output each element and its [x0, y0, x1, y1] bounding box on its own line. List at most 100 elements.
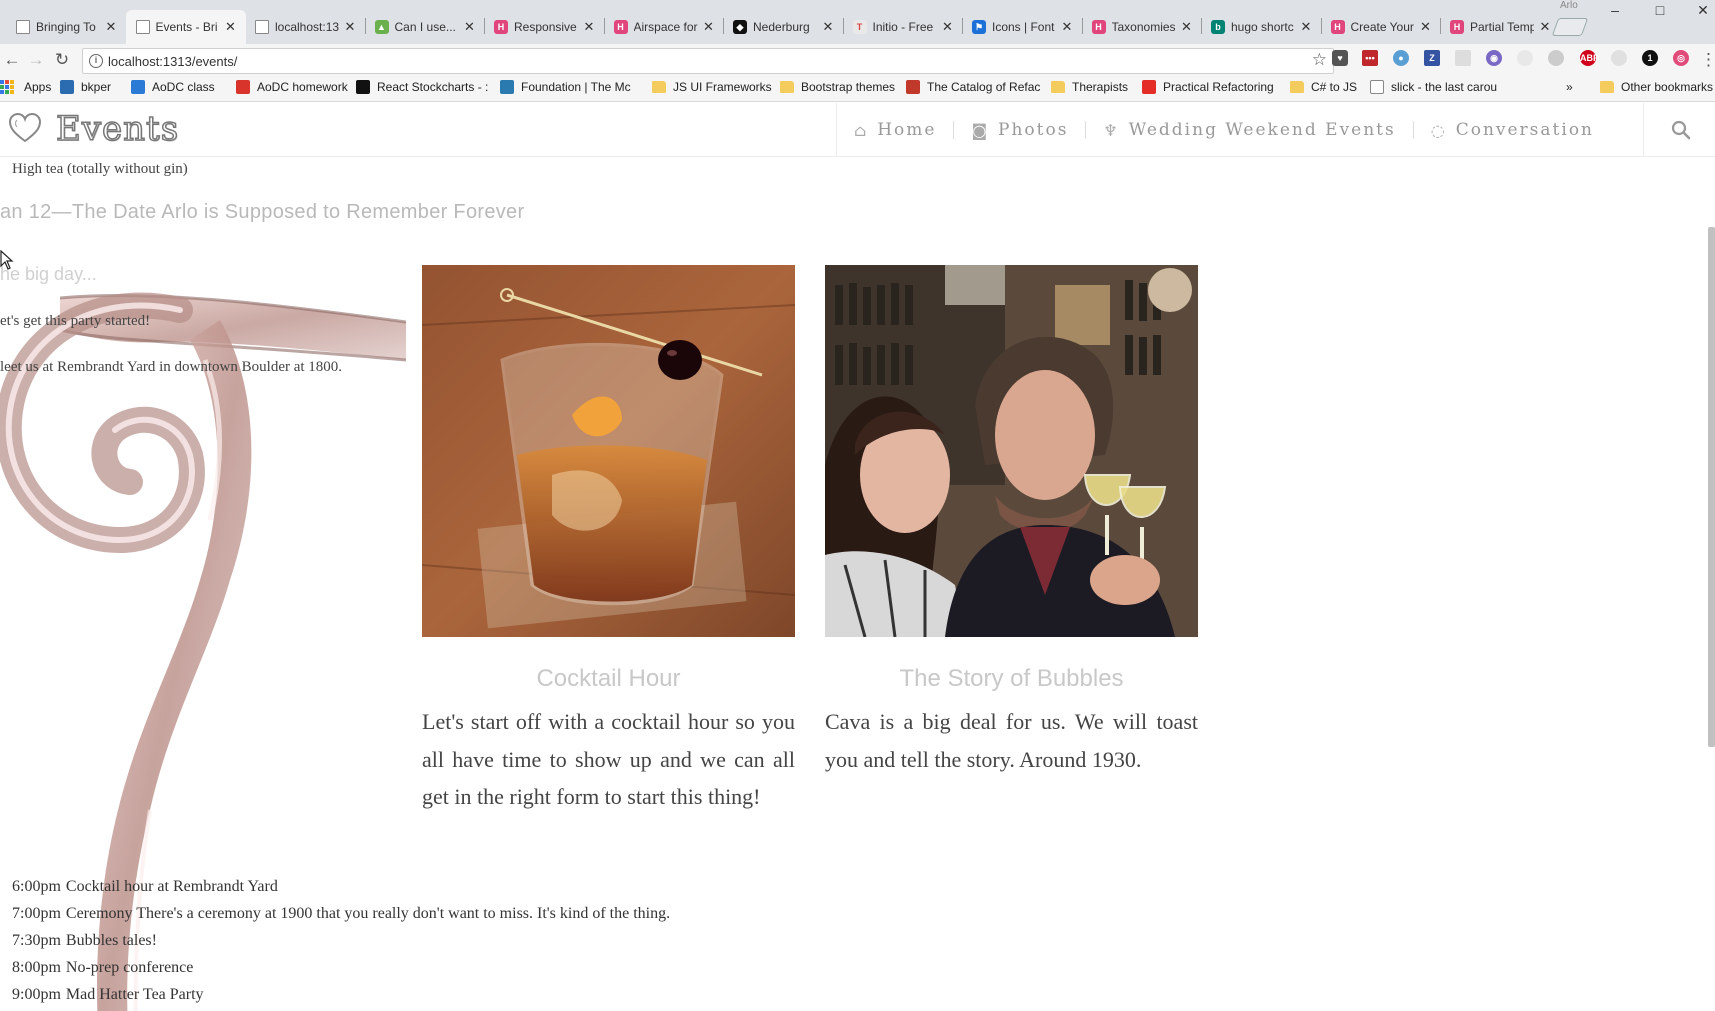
bookmark-item[interactable]: Practical Refactoring [1142, 80, 1274, 94]
bookmark-item[interactable]: Other bookmarks [1600, 80, 1713, 94]
maximize-button[interactable]: □ [1640, 2, 1680, 18]
profile-name[interactable]: Arlo [1560, 0, 1578, 11]
tab-title: Airspace for [633, 20, 698, 34]
bookmark-item[interactable]: The Catalog of Refac [906, 80, 1040, 94]
bookmarks-bar: Apps bkper AoDC class AoDC homework React St… [0, 76, 1715, 102]
extension-icon[interactable] [1517, 50, 1533, 66]
bookmark-label: slick - the last carou [1391, 80, 1498, 94]
schedule-row: 6:00pm Cocktail hour at Rembrandt Yard [12, 873, 670, 900]
browser-tab[interactable]: H Taxonomies ✕ [1081, 10, 1202, 44]
site-info-icon[interactable]: i [89, 54, 103, 68]
bookmark-item[interactable]: bkper [60, 80, 111, 94]
browser-tab[interactable]: localhost:13 ✕ [245, 10, 365, 44]
browser-tab[interactable]: H Create Your ✕ [1320, 10, 1441, 44]
minimize-button[interactable]: – [1595, 2, 1635, 18]
close-tab-icon[interactable]: ✕ [343, 19, 357, 35]
doc-icon [1370, 80, 1384, 94]
extension-icon[interactable] [1611, 50, 1627, 66]
bookmark-label: AoDC class [152, 80, 215, 94]
browser-tab[interactable]: Bringing To ✕ [6, 10, 126, 44]
close-tab-icon[interactable]: ✕ [582, 19, 596, 35]
tab-title: Responsive [514, 20, 577, 34]
browser-tab[interactable]: ▲ Can I use... ✕ [364, 10, 485, 44]
onepassword-extension-icon[interactable]: 1 [1642, 50, 1658, 66]
nav-item-conversation[interactable]: ◌ Conversation [1414, 120, 1611, 140]
tab-title: Icons | Font [992, 20, 1055, 34]
site-brand[interactable]: Events [8, 108, 179, 150]
cocktail-photo[interactable] [422, 265, 795, 637]
tab-title: Can I use... [394, 20, 456, 34]
nav-item-wedding-weekend-events[interactable]: ♆ Wedding Weekend Events [1086, 120, 1412, 140]
nav-item-home[interactable]: ⌂ Home [837, 120, 953, 140]
browser-tab[interactable]: H Responsive ✕ [484, 10, 604, 44]
extension-icon[interactable]: ● [1393, 50, 1409, 66]
close-tab-icon[interactable]: ✕ [1060, 19, 1074, 35]
browser-tab[interactable]: Events - Bri ✕ [125, 10, 246, 44]
couple-photo[interactable] [825, 265, 1198, 637]
caniuse-favicon-icon: ▲ [374, 20, 389, 34]
bookmark-star-icon[interactable]: ☆ [1312, 50, 1327, 70]
browser-tab[interactable]: T Initio - Free ✕ [842, 10, 963, 44]
browser-tab[interactable]: b hugo shortc ✕ [1201, 10, 1321, 44]
close-tab-icon[interactable]: ✕ [1299, 19, 1313, 35]
close-tab-icon[interactable]: ✕ [224, 19, 238, 35]
extension-icon[interactable] [1548, 50, 1564, 66]
page-scrollbar[interactable] [1708, 227, 1715, 747]
close-tab-icon[interactable]: ✕ [821, 19, 835, 35]
bookmark-label: bkper [81, 80, 112, 94]
extension-icon[interactable]: ◎ [1673, 50, 1689, 66]
nav-item-label: Wedding Weekend Events [1128, 120, 1396, 140]
bookmark-item[interactable]: JS UI Frameworks [652, 80, 772, 94]
bookmark-item[interactable]: Apps [0, 80, 51, 94]
pocket-extension-icon[interactable]: ♥ [1332, 50, 1348, 66]
search-button[interactable] [1643, 103, 1715, 157]
adblock-plus-icon[interactable]: ABP [1580, 50, 1599, 66]
site-header: Events ⌂ Home ◙ Photos ♆ Wedding Weekend Even… [0, 103, 1715, 157]
back-button[interactable]: ← [0, 48, 24, 72]
hugo-favicon-icon: H [494, 20, 508, 34]
schedule-row: 8:00pm No-prep conference [12, 954, 670, 981]
schedule-time: 9:00pm [12, 986, 61, 1003]
bookmark-label: » [1566, 80, 1573, 94]
new-tab-button[interactable] [1551, 18, 1589, 36]
close-tab-icon[interactable]: ✕ [1419, 19, 1433, 35]
address-text[interactable]: localhost:1313/events/ [108, 54, 237, 69]
forward-button[interactable]: → [24, 48, 48, 72]
zotero-extension-icon[interactable]: Z [1424, 50, 1440, 66]
browser-tab[interactable]: ⚑ Icons | Font ✕ [962, 10, 1082, 44]
bookmark-item[interactable]: slick - the last carou [1370, 80, 1497, 94]
nav-item-label: Photos [998, 120, 1069, 140]
address-bar[interactable]: i localhost:1313/events/ ☆ [82, 48, 1334, 74]
bookmark-item[interactable]: C# to JS [1290, 80, 1357, 94]
bookmark-label: Practical Refactoring [1163, 80, 1274, 94]
bkper-icon [60, 80, 74, 94]
lastpass-extension-icon[interactable]: ••• [1362, 50, 1378, 66]
nederburg-favicon-icon: ◆ [733, 20, 747, 34]
browser-menu-icon[interactable]: ⋮ [1700, 48, 1715, 72]
glass-icon: ♆ [1103, 120, 1120, 140]
nav-item-photos[interactable]: ◙ Photos [954, 120, 1085, 140]
browser-tab[interactable]: H Partial Temp ✕ [1440, 10, 1560, 44]
close-tab-icon[interactable]: ✕ [104, 19, 118, 35]
browser-tab[interactable]: ◆ Nederburg ✕ [723, 10, 843, 44]
hugo-favicon-icon: H [1330, 20, 1345, 34]
bookmark-item[interactable]: AoDC homework [236, 80, 348, 94]
close-tab-icon[interactable]: ✕ [463, 19, 477, 35]
close-tab-icon[interactable]: ✕ [1538, 19, 1552, 35]
bookmark-item[interactable]: AoDC class [131, 80, 215, 94]
doc-favicon-icon [255, 20, 269, 34]
close-window-button[interactable]: ✕ [1683, 2, 1715, 18]
extension-icon[interactable] [1455, 50, 1471, 66]
bookmark-item[interactable]: Therapists [1051, 80, 1128, 94]
browser-tab[interactable]: H Airspace for ✕ [603, 10, 724, 44]
reload-button[interactable]: ↻ [50, 48, 74, 72]
bookmark-item[interactable]: React Stockcharts - : [356, 80, 488, 94]
extension-icon[interactable]: ◉ [1486, 50, 1502, 66]
close-tab-icon[interactable]: ✕ [941, 19, 955, 35]
close-tab-icon[interactable]: ✕ [702, 19, 716, 35]
schedule-time: 8:00pm [12, 959, 61, 976]
bookmark-item[interactable]: Bootstrap themes [780, 80, 895, 94]
bookmark-item[interactable]: » [1566, 80, 1573, 94]
bookmark-item[interactable]: Foundation | The Mc [500, 80, 631, 94]
close-tab-icon[interactable]: ✕ [1180, 19, 1194, 35]
